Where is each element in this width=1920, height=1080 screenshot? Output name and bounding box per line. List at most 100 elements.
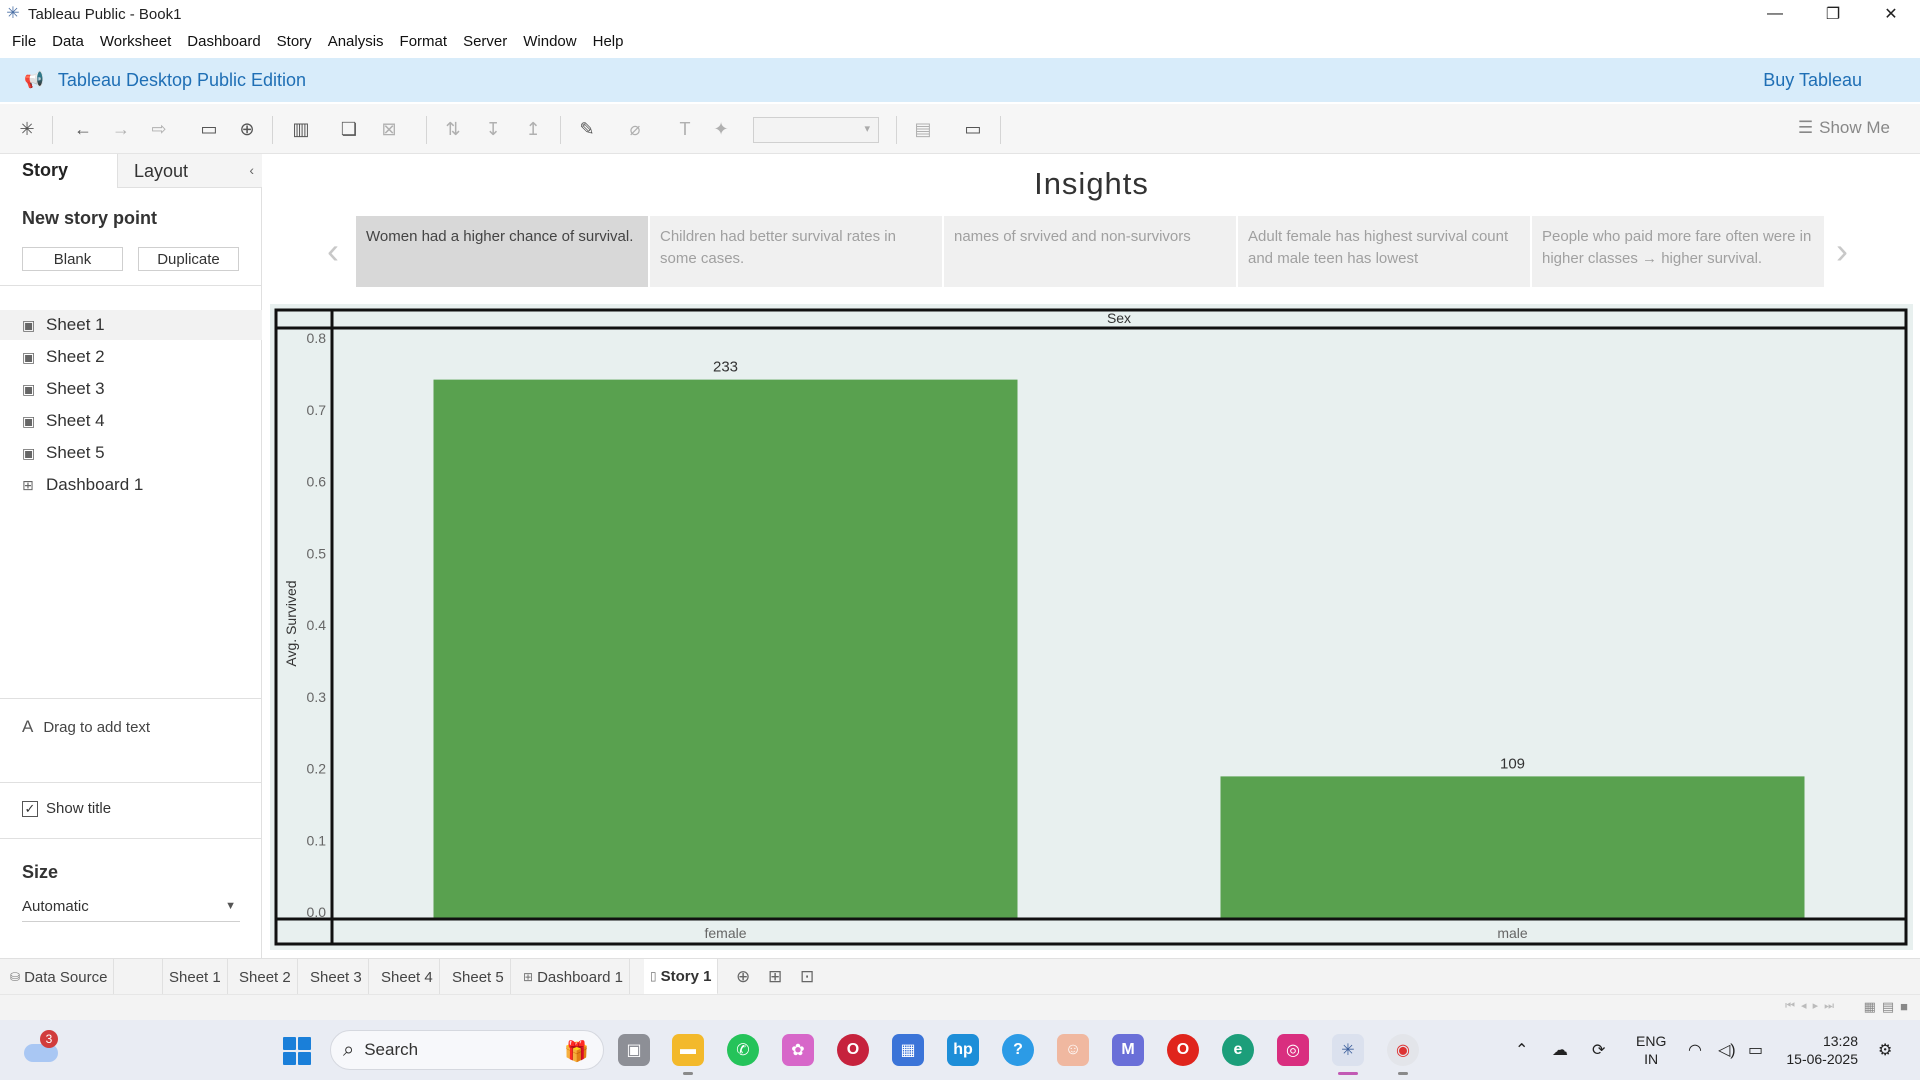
instagram-icon[interactable]: ◎: [1277, 1034, 1309, 1066]
chrome-icon[interactable]: ◉: [1387, 1034, 1419, 1066]
sort-ascending-icon[interactable]: ↧: [482, 118, 504, 140]
fit-dropdown[interactable]: [753, 117, 879, 143]
undo-icon[interactable]: ←: [72, 118, 94, 140]
next-story-point-icon[interactable]: ›: [1836, 230, 1848, 272]
task-view-icon[interactable]: ▣: [618, 1034, 650, 1066]
story-sheet-item-sheet-1[interactable]: ▣ Sheet 1: [0, 310, 262, 340]
story-sheet-item-sheet-2[interactable]: ▣ Sheet 2: [0, 342, 262, 372]
pin-icon[interactable]: ✦: [710, 118, 732, 140]
menu-window[interactable]: Window: [515, 28, 584, 56]
tab-sheet-1[interactable]: Sheet 1: [162, 959, 228, 995]
sheet-navigation-icons[interactable]: ⏮◂▸⏭: [1785, 999, 1840, 1013]
language-indicator[interactable]: ENG IN: [1636, 1032, 1666, 1068]
minimize-icon[interactable]: —: [1746, 0, 1804, 28]
presentation-mode-icon[interactable]: ▭: [962, 118, 984, 140]
wifi-icon[interactable]: ◠: [1688, 1020, 1702, 1080]
buy-tableau-link[interactable]: Buy Tableau: [1763, 70, 1862, 91]
story-point-caption-5[interactable]: People who paid more fare often were in …: [1532, 216, 1824, 287]
menu-worksheet[interactable]: Worksheet: [92, 28, 179, 56]
show-title-checkbox[interactable]: ✓: [22, 800, 38, 817]
story-point-caption-1[interactable]: Women had a higher chance of survival.: [356, 216, 648, 287]
m365-icon[interactable]: M: [1112, 1034, 1144, 1066]
new-worksheet-tab-icon[interactable]: ⊕: [736, 967, 750, 987]
menu-analysis[interactable]: Analysis: [320, 28, 392, 56]
title-bar: ✳ Tableau Public - Book1 — ❐ ✕: [0, 0, 1920, 28]
highlight-icon[interactable]: ✎: [576, 118, 598, 140]
opera-gx-icon[interactable]: O: [837, 1034, 869, 1066]
whatsapp-icon[interactable]: ✆: [727, 1034, 759, 1066]
volume-icon[interactable]: ◁): [1718, 1020, 1736, 1080]
story-point-caption-3[interactable]: names of srvived and non-survivors: [944, 216, 1236, 287]
replay-icon[interactable]: ⇨: [148, 118, 170, 140]
save-icon[interactable]: ▭: [198, 118, 220, 140]
taskbar-search[interactable]: ⌕ Search 🎁: [330, 1030, 604, 1070]
new-story-tab-icon[interactable]: ⊡: [800, 967, 814, 987]
duplicate-sheet-icon[interactable]: ❏: [338, 118, 360, 140]
show-hidden-icons[interactable]: ⌃: [1515, 1020, 1528, 1080]
tab-sheet-2[interactable]: Sheet 2: [233, 959, 298, 995]
restore-icon[interactable]: ❐: [1804, 0, 1862, 28]
tab-data-source[interactable]: ⛁ Data Source: [4, 959, 115, 995]
avatar-app-icon[interactable]: ☺: [1057, 1034, 1089, 1066]
menu-server[interactable]: Server: [455, 28, 515, 56]
bar-chart-viz[interactable]: Sex Avg. Survived 0.0 0.1 0.2 0.3 0.4 0.5 0.6 0.7…: [270, 304, 1913, 950]
tab-sheet-5[interactable]: Sheet 5: [446, 959, 511, 995]
menu-format[interactable]: Format: [392, 28, 456, 56]
menu-dashboard[interactable]: Dashboard: [179, 28, 268, 56]
sort-descending-icon[interactable]: ↥: [522, 118, 544, 140]
labels-icon[interactable]: T: [674, 118, 696, 140]
menu-file[interactable]: File: [4, 28, 44, 56]
story-sheet-item-dashboard-1[interactable]: ⊞ Dashboard 1: [0, 470, 262, 500]
story-sheet-item-sheet-5[interactable]: ▣ Sheet 5: [0, 438, 262, 468]
view-mode-icons[interactable]: ▦▤■: [1864, 999, 1914, 1015]
tab-story[interactable]: Story: [22, 160, 68, 181]
microsoft-store-icon[interactable]: ▦: [892, 1034, 924, 1066]
window-title: Tableau Public - Book1: [28, 5, 182, 23]
new-data-source-icon[interactable]: ⊕: [236, 118, 258, 140]
redo-icon[interactable]: →: [110, 118, 132, 140]
duplicate-button[interactable]: Duplicate: [138, 247, 239, 271]
show-title-option[interactable]: ✓ Show title: [22, 800, 111, 817]
battery-icon[interactable]: ▭: [1748, 1020, 1763, 1080]
cloud-sync-icon[interactable]: ☁: [1552, 1020, 1568, 1080]
tab-layout[interactable]: Layout ‹: [117, 154, 262, 188]
close-icon[interactable]: ✕: [1862, 0, 1920, 28]
new-dashboard-tab-icon[interactable]: ⊞: [768, 967, 782, 987]
story-sheet-item-sheet-3[interactable]: ▣ Sheet 3: [0, 374, 262, 404]
tableau-logo-icon[interactable]: ✳: [16, 118, 38, 140]
show-me-button[interactable]: ☰ Show Me: [1798, 118, 1890, 138]
copilot-icon[interactable]: ✿: [782, 1034, 814, 1066]
show-cards-icon[interactable]: ▤: [912, 118, 934, 140]
tab-story-1[interactable]: ▯ Story 1: [644, 959, 719, 995]
sync-icon[interactable]: ⟳: [1592, 1020, 1605, 1080]
tab-sheet-4[interactable]: Sheet 4: [375, 959, 440, 995]
story-sheet-item-sheet-4[interactable]: ▣ Sheet 4: [0, 406, 262, 436]
edge-icon[interactable]: e: [1222, 1034, 1254, 1066]
size-select[interactable]: Automatic ▼: [22, 898, 240, 922]
clock[interactable]: 13:28 15-06-2025: [1786, 1032, 1858, 1068]
tableau-taskbar-icon[interactable]: ✳: [1332, 1034, 1364, 1066]
story-point-caption-2[interactable]: Children had better survival rates in so…: [650, 216, 942, 287]
windows-start-icon[interactable]: [283, 1037, 311, 1065]
group-icon[interactable]: ⌀: [624, 118, 646, 140]
menu-help[interactable]: Help: [585, 28, 632, 56]
blank-button[interactable]: Blank: [22, 247, 123, 271]
menu-story[interactable]: Story: [269, 28, 320, 56]
myhp-icon[interactable]: hp: [947, 1034, 979, 1066]
clear-sheet-icon[interactable]: ⊠: [378, 118, 400, 140]
drag-text-item[interactable]: A Drag to add text: [22, 717, 150, 737]
story-point-caption-4[interactable]: Adult female has highest survival count …: [1238, 216, 1530, 287]
opera-icon[interactable]: O: [1167, 1034, 1199, 1066]
collapse-chevron-icon[interactable]: ‹: [249, 162, 254, 178]
weather-widget[interactable]: 3: [22, 1030, 62, 1070]
notifications-icon[interactable]: ⚙: [1878, 1020, 1892, 1080]
menu-data[interactable]: Data: [44, 28, 92, 56]
swap-icon[interactable]: ⇅: [442, 118, 464, 140]
file-explorer-icon[interactable]: ▬: [672, 1034, 704, 1066]
new-worksheet-icon[interactable]: ▥: [290, 118, 312, 140]
running-indicator: [683, 1072, 693, 1075]
help-icon[interactable]: ?: [1002, 1034, 1034, 1066]
tab-sheet-3[interactable]: Sheet 3: [304, 959, 369, 995]
previous-story-point-icon[interactable]: ‹: [327, 230, 339, 272]
tab-dashboard-1[interactable]: ⊞ Dashboard 1: [517, 959, 630, 995]
